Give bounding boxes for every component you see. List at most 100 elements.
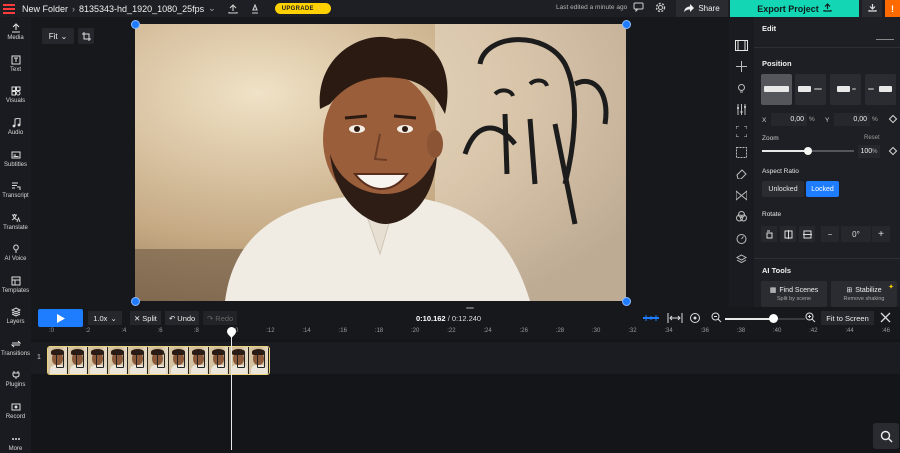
keyframe-position-icon[interactable]: [888, 114, 898, 124]
resize-handle-bottom-left[interactable]: [131, 297, 140, 306]
unlocked-toggle[interactable]: Unlocked: [762, 181, 804, 197]
timeline-ruler[interactable]: :0:2:4:6:8:10:12:14:16:18:20:22:24:26:28…: [31, 327, 900, 337]
breadcrumb-folder[interactable]: New Folder: [22, 4, 68, 14]
ruler-tick-label: :18: [374, 328, 384, 334]
flip-horizontal-button[interactable]: [780, 226, 796, 242]
fullscreen-icon[interactable]: [734, 125, 748, 137]
speed-select[interactable]: 1.0x ⌄: [88, 311, 122, 325]
zoom-input[interactable]: 100%: [858, 145, 880, 158]
upgrade-button[interactable]: UPGRADE ⚡: [274, 3, 331, 14]
wand-icon[interactable]: [250, 3, 260, 14]
position-right-button[interactable]: [865, 74, 896, 105]
sidebar-item-templates[interactable]: Templates: [0, 276, 31, 294]
light-icon[interactable]: [734, 82, 748, 94]
sidebar-item-record[interactable]: Record: [0, 402, 31, 420]
sidebar-item-media[interactable]: Media: [0, 23, 31, 41]
ruler-tick-label: :12: [266, 328, 275, 334]
rotate-value-input[interactable]: 0°: [841, 226, 871, 242]
position-center-button[interactable]: [830, 74, 861, 105]
video-preview[interactable]: [135, 24, 626, 301]
sidebar-item-subtitles[interactable]: Subtitles: [0, 150, 31, 168]
export-project-button[interactable]: Export Project: [730, 0, 859, 17]
color-circles-icon[interactable]: [734, 210, 748, 222]
rotate-increase-button[interactable]: +: [872, 226, 890, 242]
fit-to-screen-button[interactable]: Fit to Screen: [821, 311, 874, 325]
position-fill-button[interactable]: [761, 74, 792, 105]
edit-tab-icon[interactable]: [734, 39, 748, 51]
zoom-in-icon[interactable]: [805, 312, 816, 325]
sidebar-item-ai-voice[interactable]: AI Voice: [0, 244, 31, 262]
timeline-zoom-knob[interactable]: [769, 314, 778, 323]
sidebar-item-transitions[interactable]: Transitions: [0, 339, 31, 357]
eraser-icon[interactable]: [734, 167, 748, 179]
sidebar-item-text[interactable]: Text: [0, 55, 31, 73]
transition-bowtie-icon[interactable]: [734, 189, 748, 201]
rotate-decrease-button[interactable]: −: [821, 226, 839, 242]
chevron-right-icon: ›: [72, 3, 76, 14]
share-button[interactable]: Share: [676, 0, 728, 17]
redo-icon: ↷: [207, 313, 214, 323]
rotate-left-button[interactable]: [761, 226, 777, 242]
resize-handle-top-left[interactable]: [131, 20, 140, 29]
x-input[interactable]: 0,00: [771, 113, 807, 126]
flip-vertical-button[interactable]: [799, 226, 815, 242]
split-button[interactable]: ✕ Split: [130, 311, 161, 325]
sidebar-item-translate[interactable]: Translate: [0, 213, 31, 231]
reset-button[interactable]: Reset: [864, 135, 880, 141]
play-button[interactable]: [38, 309, 83, 327]
move-icon[interactable]: [734, 60, 748, 72]
stabilize-button[interactable]: ⊞ Stabilize Remove shaking ✦: [831, 281, 897, 307]
close-timeline-icon[interactable]: [880, 312, 891, 325]
sidebar-item-plugins[interactable]: Plugins: [0, 370, 31, 388]
zoom-value: 100: [860, 148, 873, 155]
zoom-out-icon[interactable]: [711, 312, 722, 325]
ai-voice-icon: [12, 244, 19, 253]
ruler-tick-label: :44: [845, 328, 854, 334]
divider: [754, 47, 900, 48]
comment-icon[interactable]: [633, 2, 644, 15]
upload-icon[interactable]: [228, 3, 238, 14]
gear-icon[interactable]: [655, 2, 666, 16]
playhead-line: [231, 330, 232, 450]
collapse-icon[interactable]: [876, 39, 894, 40]
fit-select[interactable]: Fit ⌄: [42, 28, 74, 44]
adjust-icon[interactable]: [734, 103, 748, 115]
sidebar-item-visuals[interactable]: Visuals: [0, 86, 31, 104]
position-left-button[interactable]: [795, 74, 826, 105]
y-input[interactable]: 0,00: [834, 113, 870, 126]
video-clip[interactable]: [47, 346, 270, 375]
stack-icon[interactable]: [734, 253, 748, 265]
sidebar-item-transcript[interactable]: Transcript: [0, 181, 31, 199]
resize-handle-bottom-right[interactable]: [622, 297, 631, 306]
project-name[interactable]: 8135343-hd_1920_1080_25fps: [79, 4, 204, 14]
download-button[interactable]: [862, 0, 882, 17]
chevron-down-icon[interactable]: ⌄: [208, 3, 216, 14]
keyframe-zoom-icon[interactable]: [888, 146, 898, 156]
sidebar-item-audio[interactable]: Audio: [0, 118, 31, 136]
snap-target-icon[interactable]: [689, 312, 701, 326]
filter-grid-icon[interactable]: [734, 146, 748, 158]
waveform-toggle-icon[interactable]: [643, 313, 659, 325]
audio-icon: [12, 118, 20, 128]
undo-button[interactable]: ↶ Undo: [165, 311, 200, 325]
alert-button[interactable]: !: [885, 0, 900, 17]
fit-width-icon[interactable]: [667, 313, 683, 325]
resize-handle-top-right[interactable]: [622, 20, 631, 29]
ruler-tick-label: :26: [519, 328, 528, 334]
sidebar-item-layers[interactable]: Layers: [0, 307, 31, 325]
scenes-icon: ▦: [769, 287, 777, 294]
search-button[interactable]: [873, 423, 899, 449]
locked-toggle[interactable]: Locked: [806, 181, 839, 197]
sidebar-item-label: Translate: [3, 225, 28, 231]
record-icon: [11, 403, 20, 411]
ruler-tick-label: :46: [881, 328, 890, 334]
sidebar-item-more[interactable]: More: [0, 434, 31, 452]
app-logo[interactable]: [0, 0, 17, 17]
zoom-slider-knob[interactable]: [804, 147, 812, 155]
redo-button[interactable]: ↷ Redo: [203, 311, 238, 325]
clip-thumbnail: [128, 347, 149, 374]
timer-icon[interactable]: [734, 232, 748, 244]
crop-button[interactable]: [78, 28, 94, 44]
find-scenes-button[interactable]: ▦ Find Scenes Split by scene: [761, 281, 827, 307]
track-row-1: 1: [31, 342, 900, 375]
